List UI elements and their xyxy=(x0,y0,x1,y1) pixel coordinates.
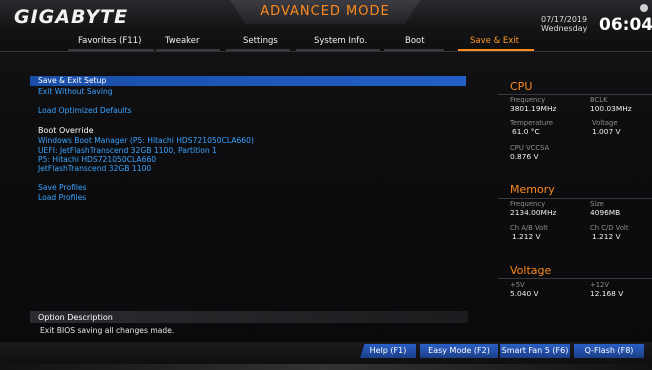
smart-fan-button[interactable]: Smart Fan 5 (F6) xyxy=(500,344,570,358)
v12-label: +12V xyxy=(590,281,609,289)
v12-value: 12.168 V xyxy=(590,289,624,298)
memory-size-value: 4096MB xyxy=(590,208,621,217)
voltage-section-title: Voltage xyxy=(510,264,552,277)
memory-frequency-label: Frequency xyxy=(510,200,546,208)
boot-override-item[interactable]: P5: Hitachi HDS721050CLA660 xyxy=(38,155,156,164)
option-description-title: Option Description xyxy=(38,313,113,322)
cpu-vccsa-value: 0.876 V xyxy=(510,152,539,161)
divider xyxy=(498,94,652,95)
v5-label: +5V xyxy=(510,281,525,289)
cpu-voltage-value: 1.007 V xyxy=(592,127,621,136)
ch-cd-volt-value: 1.212 V xyxy=(592,232,621,241)
cpu-section-title: CPU xyxy=(510,80,533,93)
cpu-frequency-value: 3801.19MHz xyxy=(510,104,557,113)
qflash-button[interactable]: Q-Flash (F8) xyxy=(574,344,644,358)
hardware-monitor-panel: CPU Frequency 3801.19MHz BCLK 100.03MHz … xyxy=(498,70,652,300)
bios-screen: GIGABYTE ADVANCED MODE 07/17/2019 Wednes… xyxy=(0,0,652,370)
menu-save-exit[interactable]: Save & Exit xyxy=(470,36,519,46)
cpu-temperature-label: Temperature xyxy=(510,119,554,127)
save-profiles-option[interactable]: Save Profiles xyxy=(38,183,87,192)
load-optimized-defaults-option[interactable]: Load Optimized Defaults xyxy=(38,106,132,115)
menu-boot[interactable]: Boot xyxy=(405,36,425,46)
boot-override-item[interactable]: JetFlashTranscend 32GB 1100 xyxy=(38,164,151,173)
divider xyxy=(498,278,652,279)
save-exit-setup-option[interactable]: Save & Exit Setup xyxy=(30,76,466,86)
menu-underline xyxy=(384,49,444,51)
menu-underline xyxy=(156,49,220,51)
ch-cd-volt-label: Ch C/D Volt xyxy=(590,224,629,232)
bclk-value: 100.03MHz xyxy=(590,104,632,113)
memory-frequency-value: 2134.00MHz xyxy=(510,208,557,217)
date-display: 07/17/2019 Wednesday xyxy=(541,15,587,33)
load-profiles-option[interactable]: Load Profiles xyxy=(38,193,86,202)
exit-without-saving-option[interactable]: Exit Without Saving xyxy=(38,87,113,96)
divider xyxy=(498,198,652,199)
boot-override-item[interactable]: Windows Boot Manager (P5: Hitachi HDS721… xyxy=(38,136,254,145)
menu-system-info[interactable]: System Info. xyxy=(314,36,367,46)
gigabyte-logo: GIGABYTE xyxy=(14,6,129,28)
menu-underline xyxy=(296,49,380,51)
footer-edge xyxy=(0,364,652,370)
date-value: 07/17/2019 xyxy=(541,15,588,24)
ch-ab-volt-value: 1.212 V xyxy=(512,232,541,241)
menu-underline-active xyxy=(458,49,534,51)
menu-settings[interactable]: Settings xyxy=(243,36,278,46)
cpu-voltage-label: Voltage xyxy=(592,119,618,127)
cpu-temperature-value: 61.0 °C xyxy=(512,127,540,136)
ch-ab-volt-label: Ch A/B Volt xyxy=(510,224,548,232)
cpu-frequency-label: Frequency xyxy=(510,96,546,104)
settings-dot-icon[interactable] xyxy=(640,4,648,12)
top-menu: Favorites (F11) Tweaker Settings System … xyxy=(0,36,652,52)
option-description-text: Exit BIOS saving all changes made. xyxy=(40,326,175,335)
clock-display: 06:04 xyxy=(599,15,652,35)
header-bar: GIGABYTE ADVANCED MODE 07/17/2019 Wednes… xyxy=(0,0,652,52)
bclk-label: BCLK xyxy=(590,96,608,104)
weekday-value: Wednesday xyxy=(541,24,588,33)
save-exit-options: Save & Exit Setup Exit Without Saving Lo… xyxy=(30,60,468,300)
menu-tweaker[interactable]: Tweaker xyxy=(165,36,200,46)
menu-underline xyxy=(68,49,154,51)
advanced-mode-label[interactable]: ADVANCED MODE xyxy=(230,0,420,24)
cpu-vccsa-label: CPU VCCSA xyxy=(510,144,550,152)
boot-override-heading: Boot Override xyxy=(38,126,94,135)
menu-underline xyxy=(226,49,290,51)
boot-override-item[interactable]: UEFI: JetFlashTranscend 32GB 1100, Parti… xyxy=(38,146,217,155)
v5-value: 5.040 V xyxy=(510,289,539,298)
easy-mode-button[interactable]: Easy Mode (F2) xyxy=(420,344,498,358)
help-button[interactable]: Help (F1) xyxy=(360,344,416,358)
menu-favorites[interactable]: Favorites (F11) xyxy=(78,36,141,46)
memory-section-title: Memory xyxy=(510,183,555,196)
memory-size-label: Size xyxy=(590,200,604,208)
